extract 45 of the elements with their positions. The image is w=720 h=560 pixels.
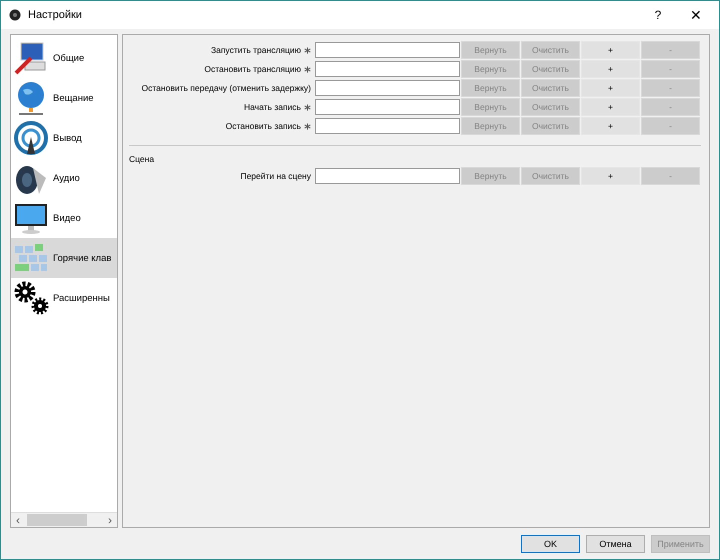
- dialog-button[interactable]: Отмена: [586, 534, 645, 552]
- sidebar-item-label: Вывод: [53, 132, 82, 144]
- hotkey-input-field[interactable]: [315, 42, 460, 58]
- scroll-right-arrow[interactable]: ›: [103, 514, 117, 526]
- hotkey-input-field[interactable]: [315, 80, 460, 96]
- hotkey-button[interactable]: +: [581, 79, 640, 97]
- dialog-button[interactable]: OK: [521, 534, 580, 552]
- hotkey-input-field[interactable]: [315, 61, 460, 77]
- sidebar-item-label: Видео: [53, 212, 81, 224]
- sidebar-item-label: Вещание: [53, 92, 94, 104]
- hotkey-button[interactable]: +: [581, 41, 640, 59]
- help-button[interactable]: ?: [639, 1, 677, 29]
- hotkey-button[interactable]: +: [581, 60, 640, 78]
- gears-icon: [13, 280, 49, 316]
- sidebar-item[interactable]: Горячие клав: [11, 238, 117, 278]
- sidebar-item-label: Аудио: [53, 172, 80, 184]
- sidebar-item-label: Горячие клав: [53, 252, 112, 264]
- sidebar-item[interactable]: Вещание: [11, 78, 117, 118]
- horizontal-scrollbar[interactable]: ‹ ›: [11, 512, 117, 527]
- hotkey-label: Остановить трансляцию: [204, 64, 301, 74]
- hotkey-button[interactable]: +: [581, 117, 640, 135]
- window-title: Настройки: [28, 9, 83, 21]
- hotkey-label: Начать запись: [244, 102, 301, 112]
- section-title: Сцена: [129, 154, 156, 164]
- sidebar-item-label: Общие: [53, 52, 84, 64]
- hotkey-label: Запустить трансляцию: [210, 45, 301, 55]
- hotkey-input-field[interactable]: [315, 118, 460, 134]
- scroll-left-arrow[interactable]: ‹: [11, 514, 25, 526]
- hotkey-button[interactable]: +: [581, 98, 640, 116]
- hotkey-label: Остановить передачу (отменить задержку): [142, 83, 311, 93]
- sidebar-item[interactable]: Вывод: [11, 118, 117, 158]
- app-logo-icon: [9, 9, 21, 21]
- sidebar-item[interactable]: Расширенны: [11, 278, 117, 318]
- hotkey-input-field[interactable]: [315, 99, 460, 115]
- hotkey-label: Перейти на сцену: [240, 171, 311, 181]
- sidebar-item-label: Расширенны: [53, 292, 110, 304]
- sidebar-item[interactable]: Аудио: [11, 158, 117, 198]
- antenna-icon: [13, 120, 49, 156]
- scrollbar-thumb[interactable]: [27, 514, 87, 526]
- close-button[interactable]: ✕: [677, 1, 715, 29]
- hotkey-button[interactable]: +: [581, 167, 640, 185]
- sidebar-item[interactable]: Общие: [11, 38, 117, 78]
- hotkey-input-field[interactable]: [315, 168, 460, 184]
- hotkey-label: Остановить запись: [226, 121, 301, 131]
- sidebar-item[interactable]: Видео: [11, 198, 117, 238]
